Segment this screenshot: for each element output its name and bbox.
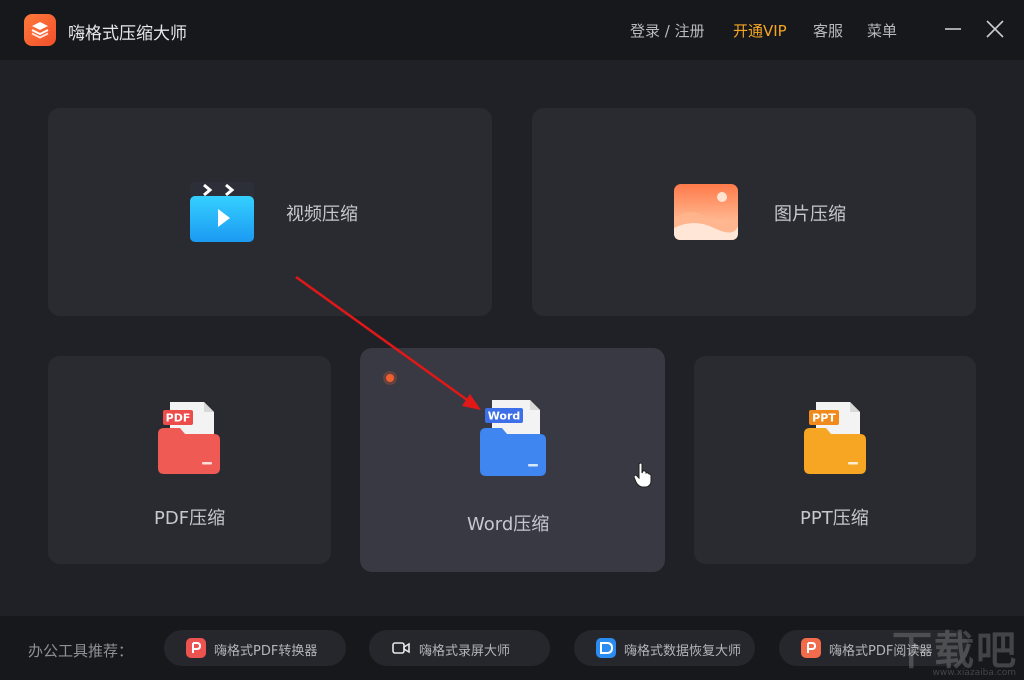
login-register-link[interactable]: 登录 / 注册 xyxy=(630,20,705,41)
customer-service-link[interactable]: 客服 xyxy=(813,20,843,41)
tool-pdf-converter[interactable]: 嗨格式PDF转换器 xyxy=(164,630,346,666)
data-recovery-icon xyxy=(596,638,616,658)
app-title: 嗨格式压缩大师 xyxy=(68,24,187,44)
app-logo-icon xyxy=(24,14,56,46)
close-icon[interactable] xyxy=(984,18,1006,40)
vip-link[interactable]: 开通VIP xyxy=(733,20,787,41)
pdf-converter-icon xyxy=(186,638,206,658)
pdf-reader-icon xyxy=(801,638,821,658)
title-bar: 嗨格式压缩大师 登录 / 注册 开通VIP 客服 菜单 xyxy=(0,0,1024,60)
tool-name: 嗨格式录屏大师 xyxy=(419,644,511,659)
menu-link[interactable]: 菜单 xyxy=(867,20,897,41)
footer-bar: 办公工具推荐： 嗨格式PDF转换器 嗨格式录屏大师 嗨格式数据恢复大师 嗨格式P… xyxy=(0,616,1024,680)
tool-name: 嗨格式数据恢复大师 xyxy=(624,644,742,659)
annotation-arrow xyxy=(295,275,481,410)
tool-data-recovery[interactable]: 嗨格式数据恢复大师 xyxy=(574,630,755,666)
watermark: 下载吧 www.xiazaiba.com xyxy=(892,628,1018,678)
minimize-icon[interactable] xyxy=(942,18,964,40)
tool-screen-recorder[interactable]: 嗨格式录屏大师 xyxy=(369,630,550,666)
office-tools-label: 办公工具推荐： xyxy=(28,642,134,660)
main-panel: 视频压缩 图片压缩 PDF PDF压缩 Word Word压缩 PPT PPT压… xyxy=(0,60,1024,616)
screen-recorder-icon xyxy=(391,638,411,658)
tool-name: 嗨格式PDF转换器 xyxy=(214,644,318,659)
